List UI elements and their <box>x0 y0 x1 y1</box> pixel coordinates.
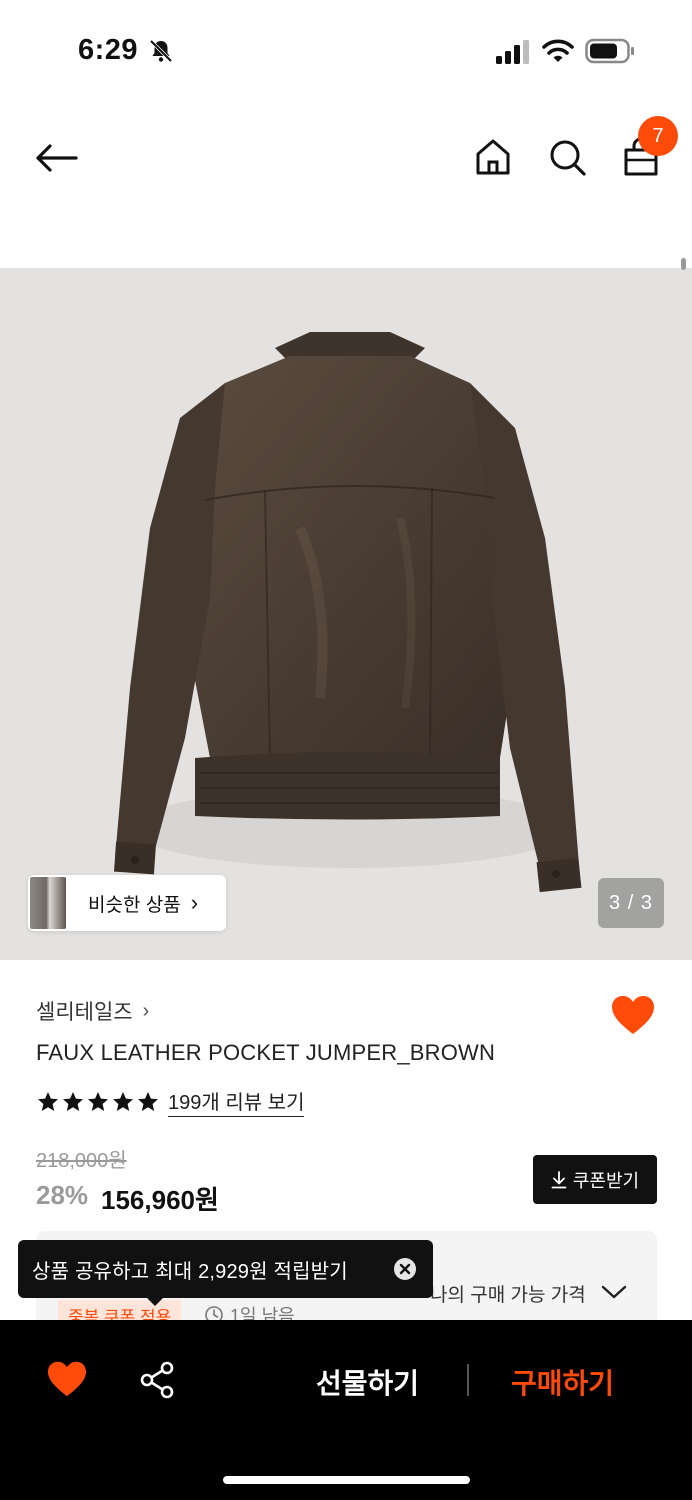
chevron-right-icon: › <box>142 999 150 1022</box>
coupon-download-button[interactable]: 쿠폰받기 <box>533 1155 657 1204</box>
share-button[interactable] <box>138 1360 178 1400</box>
tooltip-arrow <box>145 1296 165 1306</box>
star-icon <box>38 1091 58 1111</box>
brand-name: 셀리테일즈 <box>36 1001 133 1024</box>
buy-button[interactable]: 구매하기 <box>511 1362 614 1402</box>
chevron-right-icon: › <box>190 890 199 915</box>
share-icon <box>140 1361 174 1399</box>
star-icon <box>88 1091 108 1111</box>
back-button[interactable] <box>30 132 82 184</box>
status-time: 6:29 <box>78 34 139 66</box>
original-price: 218,000원 <box>36 1150 127 1172</box>
review-link[interactable]: 199개 리뷰 보기 <box>168 1086 305 1117</box>
search-icon <box>550 140 586 176</box>
image-counter: 3 / 3 <box>598 878 664 928</box>
close-icon[interactable] <box>393 1257 417 1281</box>
similar-products-button[interactable]: 비슷한 상품 › <box>28 875 226 931</box>
wifi-icon <box>542 39 574 62</box>
home-button[interactable] <box>470 134 516 180</box>
heart-filled-icon <box>612 996 654 1034</box>
jacket-photo <box>114 332 582 893</box>
app-header <box>0 100 692 220</box>
gift-button[interactable]: 선물하기 <box>316 1362 419 1402</box>
home-indicator <box>223 1476 470 1484</box>
brand-link[interactable]: 셀리테일즈 › <box>36 996 149 1026</box>
coupon-button-label: 쿠폰받기 <box>572 1170 640 1191</box>
star-icon <box>138 1091 158 1111</box>
my-price-label[interactable]: 나의 구매 가능 가격 <box>430 1280 586 1307</box>
battery-icon <box>585 38 634 64</box>
download-icon <box>551 1170 567 1188</box>
bar-divider <box>467 1364 469 1396</box>
similar-product-thumbnail <box>30 877 66 929</box>
scroll-indicator <box>681 258 686 270</box>
cellular-signal-icon <box>496 40 529 64</box>
bottom-wishlist-button[interactable] <box>46 1360 88 1398</box>
cart-count-badge: 7 <box>638 116 678 156</box>
product-name: FAUX LEATHER POCKET JUMPER_BROWN <box>36 1040 496 1065</box>
tooltip-text: 상품 공유하고 최대 2,929원 적립받기 <box>32 1260 348 1283</box>
bottom-action-bar: 선물하기 구매하기 <box>0 1320 692 1500</box>
back-arrow-icon <box>36 144 78 172</box>
status-bar: 6:29 <box>0 0 692 100</box>
star-icon <box>63 1091 83 1111</box>
rating-stars <box>36 1090 160 1114</box>
sale-price: 156,960원 <box>101 1185 219 1215</box>
similar-products-label: 비슷한 상품 <box>88 894 181 916</box>
discount-rate: 28% <box>36 1180 89 1210</box>
heart-filled-icon <box>48 1361 86 1397</box>
star-icon <box>113 1091 133 1111</box>
wishlist-heart-button[interactable] <box>610 994 656 1036</box>
home-icon <box>476 139 510 175</box>
bell-muted-icon <box>149 39 173 63</box>
product-image[interactable] <box>0 268 692 960</box>
chevron-down-icon[interactable] <box>600 1282 628 1302</box>
rating-row: 199개 리뷰 보기 <box>36 1086 305 1117</box>
share-reward-tooltip: 상품 공유하고 최대 2,929원 적립받기 <box>18 1240 433 1298</box>
search-button[interactable] <box>544 134 590 180</box>
